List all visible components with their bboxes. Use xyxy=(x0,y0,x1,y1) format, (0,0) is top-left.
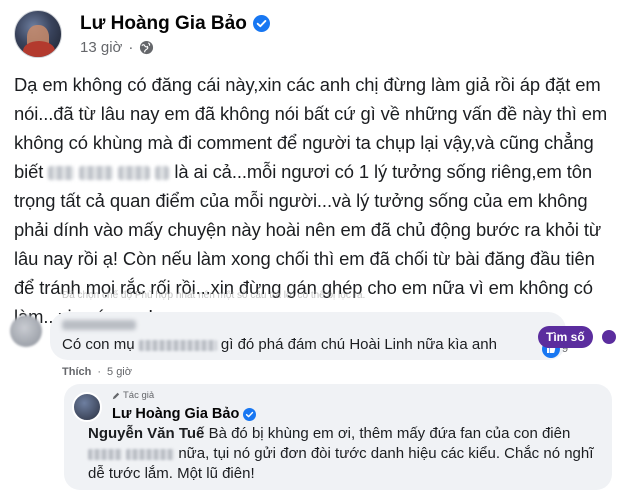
comment-text-part2: gì đó phá đám chú Hoài Linh nữa kìa anh xyxy=(220,336,497,353)
author-reply: Tác giả Lư Hoàng Gia Bảo Nguyễn Văn Tuế … xyxy=(64,384,612,490)
blurred-name xyxy=(155,166,170,181)
comment-bubble: Có con mụ gì đó phá đám chú Hoài Linh nữ… xyxy=(50,312,568,360)
filter-notice-text: Đã chọn chế độ Phù hợp nhất nên một số c… xyxy=(62,290,366,301)
reply-mention[interactable]: Nguyễn Văn Tuế xyxy=(88,425,204,442)
comment-actions: Thích · 5 giờ xyxy=(62,366,132,378)
author-tag-label: Tác giả xyxy=(123,390,155,401)
blurred-name xyxy=(88,448,122,460)
meta-separator: · xyxy=(128,38,134,56)
post-header: Lư Hoàng Gia Bảo 13 giờ · xyxy=(14,6,270,62)
comment-text: Có con mụ gì đó phá đám chú Hoài Linh nữ… xyxy=(62,336,497,353)
comment-separator: · xyxy=(97,366,102,378)
blurred-name xyxy=(79,166,114,181)
commenter-avatar[interactable] xyxy=(10,315,42,347)
blurred-name xyxy=(118,166,151,181)
comment-time[interactable]: 5 giờ xyxy=(107,366,132,378)
reply-author-name[interactable]: Lư Hoàng Gia Bảo xyxy=(112,406,239,422)
blurred-name xyxy=(48,166,75,181)
author-line: Lư Hoàng Gia Bảo xyxy=(80,13,270,35)
globe-icon[interactable] xyxy=(139,40,154,55)
tim-so-badge[interactable]: Tìm số xyxy=(538,326,593,348)
author-avatar[interactable] xyxy=(14,10,62,58)
author-name[interactable]: Lư Hoàng Gia Bảo xyxy=(80,13,247,35)
like-button[interactable]: Thích xyxy=(62,366,91,378)
header-text: Lư Hoàng Gia Bảo 13 giờ · xyxy=(80,13,270,56)
author-tag: Tác giả xyxy=(112,390,154,401)
comment: Có con mụ gì đó phá đám chú Hoài Linh nữ… xyxy=(10,312,616,364)
verified-badge-icon xyxy=(243,407,257,421)
pen-icon xyxy=(112,392,120,399)
comment-text-part1: Có con mụ xyxy=(62,336,135,353)
post-meta: 13 giờ · xyxy=(80,39,270,56)
reply-text: Nguyễn Văn Tuế Bà đó bị khùng em ơi, thê… xyxy=(88,424,608,484)
reply-avatar[interactable] xyxy=(72,392,102,422)
verified-badge-icon xyxy=(252,15,270,32)
reply-author-line: Lư Hoàng Gia Bảo xyxy=(112,406,257,422)
comments-filter-notice: Đã chọn chế độ Phù hợp nhất nên một số c… xyxy=(0,290,620,304)
commenter-name-blurred[interactable] xyxy=(62,320,136,330)
blurred-name xyxy=(126,448,175,460)
badge-tail xyxy=(602,330,616,344)
reply-text-part1: Bà đó bị khùng em ơi, thêm mấy đứa fan c… xyxy=(208,425,571,442)
post-time[interactable]: 13 giờ xyxy=(80,39,122,56)
blurred-name xyxy=(138,339,217,351)
